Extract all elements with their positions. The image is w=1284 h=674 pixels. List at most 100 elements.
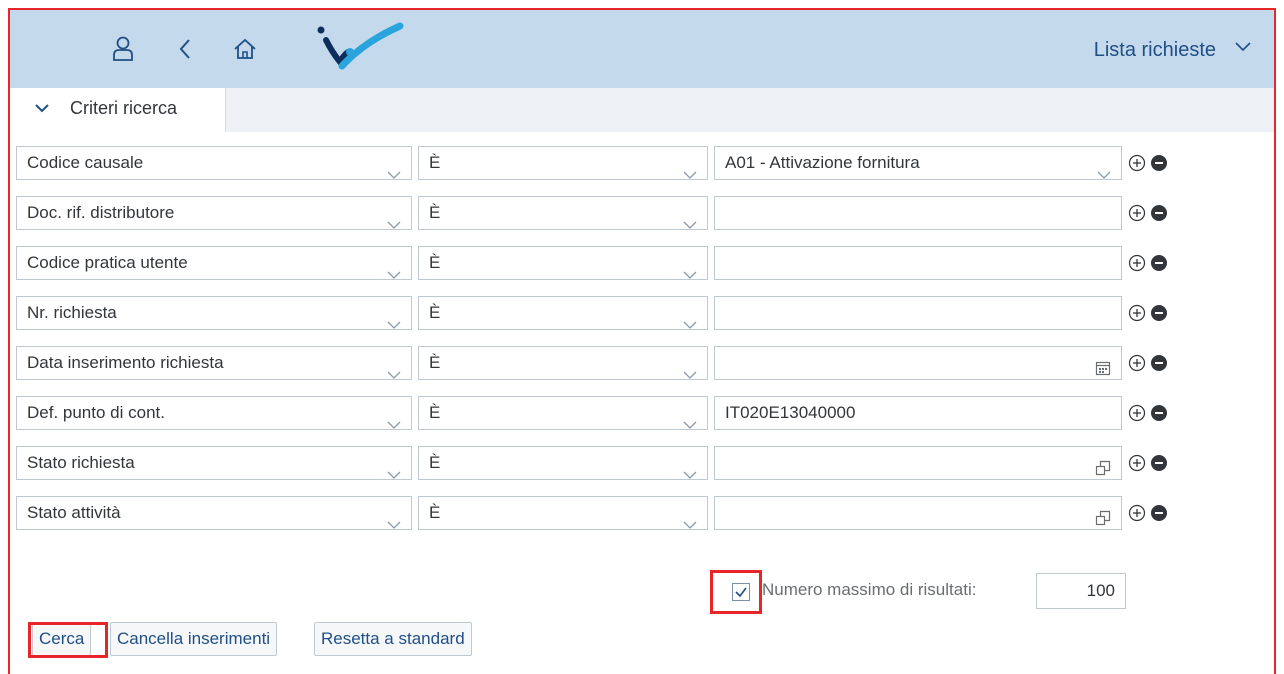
row-actions <box>1128 254 1168 277</box>
remove-row-icon[interactable] <box>1150 204 1168 227</box>
add-row-icon[interactable] <box>1128 204 1146 227</box>
chevron-down-icon[interactable] <box>387 459 401 479</box>
app-title[interactable]: Lista richieste <box>1094 39 1216 62</box>
chevron-down-icon[interactable] <box>1234 40 1252 58</box>
field-label: Doc. rif. distributore <box>27 203 175 222</box>
search-button-highlight <box>28 622 108 658</box>
max-results-input[interactable]: 100 <box>1036 573 1126 609</box>
operator-label: È <box>429 203 441 222</box>
operator-label: È <box>429 303 441 322</box>
field-select[interactable]: Data inserimento richiesta <box>16 346 412 380</box>
add-row-icon[interactable] <box>1128 404 1146 427</box>
chevron-down-icon[interactable] <box>1097 159 1111 179</box>
field-select[interactable]: Codice pratica utente <box>16 246 412 280</box>
value-help-icon[interactable] <box>1095 505 1111 529</box>
home-icon[interactable] <box>228 32 262 66</box>
operator-label: È <box>429 403 441 422</box>
criteria-label: Criteri ricerca <box>70 98 178 118</box>
field-label: Data inserimento richiesta <box>27 353 224 372</box>
clear-button[interactable]: Cancella inserimenti <box>110 622 278 656</box>
value-input[interactable] <box>714 496 1122 530</box>
criteria-toggle[interactable]: Criteri ricerca <box>10 88 226 132</box>
field-select[interactable]: Stato attività <box>16 496 412 530</box>
chevron-down-icon[interactable] <box>683 209 697 229</box>
user-icon[interactable] <box>106 32 140 66</box>
shell-bar: Lista richieste <box>10 10 1274 88</box>
add-row-icon[interactable] <box>1128 454 1146 477</box>
back-icon[interactable] <box>168 32 202 66</box>
add-row-icon[interactable] <box>1128 154 1146 177</box>
reset-button[interactable]: Resetta a standard <box>314 622 472 656</box>
max-results-checkbox[interactable] <box>732 583 750 601</box>
field-label: Codice pratica utente <box>27 253 188 272</box>
field-label: Stato richiesta <box>27 453 135 472</box>
value-input[interactable] <box>714 246 1122 280</box>
remove-row-icon[interactable] <box>1150 454 1168 477</box>
chevron-down-icon[interactable] <box>683 309 697 329</box>
add-row-icon[interactable] <box>1128 304 1146 327</box>
remove-row-icon[interactable] <box>1150 254 1168 277</box>
remove-row-icon[interactable] <box>1150 504 1168 527</box>
chevron-down-icon[interactable] <box>683 409 697 429</box>
operator-select[interactable]: È <box>418 296 708 330</box>
chevron-down-icon[interactable] <box>683 359 697 379</box>
operator-label: È <box>429 453 441 472</box>
add-row-icon[interactable] <box>1128 354 1146 377</box>
value-input[interactable] <box>714 296 1122 330</box>
value-text: IT020E13040000 <box>725 403 856 422</box>
app-logo[interactable] <box>312 22 404 72</box>
chevron-down-icon[interactable] <box>683 159 697 179</box>
value-input[interactable]: A01 - Attivazione fornitura <box>714 146 1122 180</box>
remove-row-icon[interactable] <box>1150 404 1168 427</box>
value-help-icon[interactable] <box>1095 455 1111 479</box>
field-label: Def. punto di cont. <box>27 403 165 422</box>
row-actions <box>1128 454 1168 477</box>
chevron-down-icon[interactable] <box>387 209 401 229</box>
app-frame: Lista richieste Criteri ricerca Codice c… <box>8 8 1276 674</box>
chevron-down-icon[interactable] <box>387 309 401 329</box>
value-text: A01 - Attivazione fornitura <box>725 153 920 172</box>
row-actions <box>1128 404 1168 427</box>
row-actions <box>1128 204 1168 227</box>
remove-row-icon[interactable] <box>1150 304 1168 327</box>
chevron-down-icon[interactable] <box>387 159 401 179</box>
remove-row-icon[interactable] <box>1150 154 1168 177</box>
value-input[interactable]: IT020E13040000 <box>714 396 1122 430</box>
field-select[interactable]: Def. punto di cont. <box>16 396 412 430</box>
remove-row-icon[interactable] <box>1150 354 1168 377</box>
chevron-down-icon[interactable] <box>387 409 401 429</box>
field-select[interactable]: Doc. rif. distributore <box>16 196 412 230</box>
add-row-icon[interactable] <box>1128 504 1146 527</box>
criteria-toolbar: Criteri ricerca <box>10 88 1274 132</box>
chevron-down-icon[interactable] <box>387 259 401 279</box>
field-label: Nr. richiesta <box>27 303 117 322</box>
chevron-down-icon[interactable] <box>683 259 697 279</box>
operator-select[interactable]: È <box>418 146 708 180</box>
operator-select[interactable]: È <box>418 446 708 480</box>
value-input[interactable] <box>714 196 1122 230</box>
calendar-icon[interactable] <box>1095 355 1111 379</box>
operator-select[interactable]: È <box>418 346 708 380</box>
operator-select[interactable]: È <box>418 196 708 230</box>
field-select[interactable]: Nr. richiesta <box>16 296 412 330</box>
row-actions <box>1128 354 1168 377</box>
operator-select[interactable]: È <box>418 396 708 430</box>
row-actions <box>1128 304 1168 327</box>
operator-label: È <box>429 503 441 522</box>
value-input[interactable] <box>714 446 1122 480</box>
chevron-down-icon[interactable] <box>683 509 697 529</box>
add-row-icon[interactable] <box>1128 254 1146 277</box>
value-input[interactable] <box>714 346 1122 380</box>
field-label: Codice causale <box>27 153 144 172</box>
operator-label: È <box>429 153 441 172</box>
field-select[interactable]: Stato richiesta <box>16 446 412 480</box>
operator-label: È <box>429 253 441 272</box>
chevron-down-icon[interactable] <box>387 509 401 529</box>
operator-label: È <box>429 353 441 372</box>
chevron-down-icon[interactable] <box>387 359 401 379</box>
operator-select[interactable]: È <box>418 496 708 530</box>
field-select[interactable]: Codice causale <box>16 146 412 180</box>
chevron-down-icon[interactable] <box>683 459 697 479</box>
operator-select[interactable]: È <box>418 246 708 280</box>
row-actions <box>1128 154 1168 177</box>
